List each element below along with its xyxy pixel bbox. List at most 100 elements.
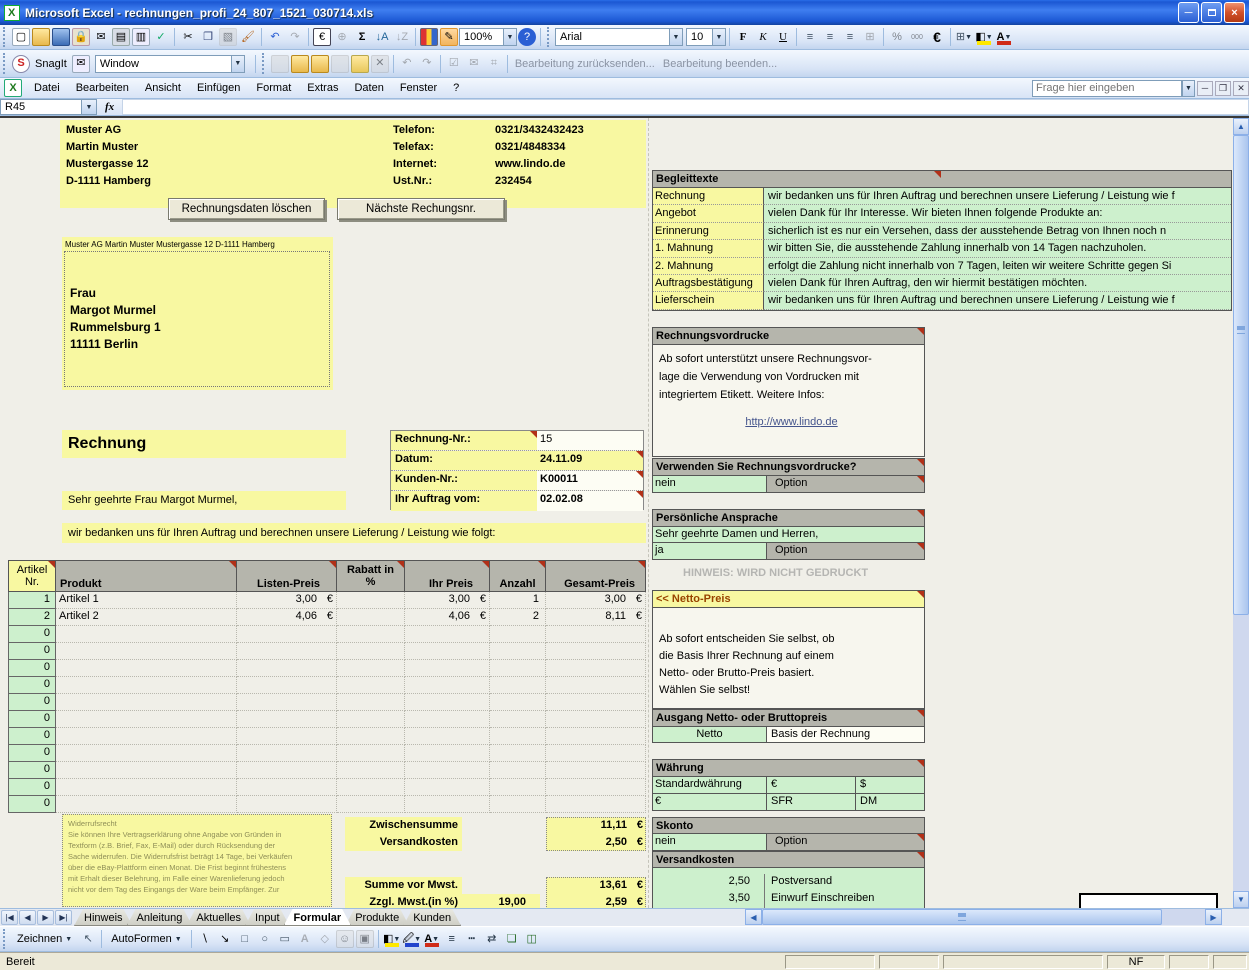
versand-amount[interactable]: 3,50 [653, 891, 764, 908]
autoformen-menu[interactable]: AutoFormen▼ [105, 931, 187, 947]
rectangle-tool-icon[interactable]: □ [236, 930, 254, 948]
begleittext-text[interactable]: wir bedanken uns für Ihren Auftrag und b… [764, 188, 1231, 205]
cell-rabatt[interactable] [337, 745, 405, 762]
textbox-tool-icon[interactable]: ▭ [276, 930, 294, 948]
contact-value[interactable]: www.lindo.de [495, 158, 584, 175]
skonto-option-cell[interactable]: Option [767, 834, 924, 850]
ansprache-flag-cell[interactable]: ja [653, 543, 767, 559]
currency-cell[interactable]: Standardwährung [653, 777, 767, 793]
cell-listen-preis[interactable] [237, 779, 337, 796]
cell-rabatt[interactable] [337, 762, 405, 779]
permission-icon[interactable]: 🔒 [72, 28, 90, 46]
print-icon[interactable]: ▤ [112, 28, 130, 46]
cell-gesamt-preis[interactable]: 3,00€ [546, 592, 646, 609]
scroll-left-icon[interactable]: ◀ [745, 909, 762, 925]
zeichnen-menu[interactable]: Zeichnen▼ [11, 931, 78, 947]
table-row[interactable]: 2 Artikel 2 4,06€ 4,06€ 2 8,11€ [8, 609, 646, 626]
thousands-style-icon[interactable]: 000 [908, 28, 926, 46]
cell-rabatt[interactable] [337, 626, 405, 643]
bold-button[interactable]: F [734, 28, 752, 46]
begleittext-text[interactable]: wir bedanken uns für Ihren Auftrag und b… [764, 292, 1231, 309]
cell-produkt[interactable]: Artikel 1 [56, 592, 237, 609]
workbook-restore-button[interactable]: ❒ [1215, 81, 1231, 96]
sort-desc-icon[interactable]: ↓Z [393, 28, 411, 46]
currency-cell[interactable]: DM [856, 794, 924, 810]
cell-nr[interactable]: 0 [8, 728, 56, 745]
minimize-button[interactable]: ─ [1178, 2, 1199, 23]
table-row[interactable]: 0 [8, 660, 646, 677]
sheet-tab[interactable]: Input [245, 909, 289, 926]
currency-cell[interactable]: € [653, 794, 767, 810]
autosum-icon[interactable]: Σ [353, 28, 371, 46]
horizontal-scrollbar[interactable]: ◀ ▶ [745, 909, 1222, 925]
begleittext-text[interactable]: wir bitten Sie, die ausstehende Zahlung … [764, 240, 1231, 257]
cell-ihr-preis[interactable] [405, 711, 490, 728]
invoice-number-cell[interactable]: 15 [537, 431, 643, 450]
shape-line-color-icon[interactable]: 🖉▼ [403, 930, 421, 948]
menu-item[interactable]: Einfügen [189, 80, 248, 96]
invoice-date-cell[interactable]: 24.11.09 [537, 451, 643, 470]
italic-button[interactable]: K [754, 28, 772, 46]
comment-icon[interactable] [351, 55, 369, 73]
oval-tool-icon[interactable]: ○ [256, 930, 274, 948]
cell-nr[interactable]: 0 [8, 660, 56, 677]
font-name-select[interactable]: Arial▼ [555, 28, 683, 46]
versand-label[interactable]: Einwurf Einschreiben [764, 891, 924, 908]
ansprache-option-cell[interactable]: Option [767, 543, 924, 559]
cell-nr[interactable]: 0 [8, 643, 56, 660]
sheet-tab[interactable]: Anleitung [127, 909, 193, 926]
merge-center-icon[interactable]: ⊞ [861, 28, 879, 46]
begleittext-text[interactable]: vielen Dank für Ihren Auftrag, den wir h… [764, 275, 1231, 292]
order-date-cell[interactable]: 02.02.08 [537, 491, 643, 511]
sheet-tab[interactable]: Formular [284, 909, 352, 926]
table-row[interactable]: 0 [8, 779, 646, 796]
contact-value[interactable]: 0321/4848334 [495, 141, 584, 158]
toolbar-grip[interactable] [3, 53, 8, 75]
menu-item[interactable]: Extras [299, 80, 346, 96]
cell-produkt[interactable] [56, 711, 237, 728]
begleittext-row[interactable]: Lieferschein wir bedanken uns für Ihren … [653, 292, 1231, 309]
menu-item[interactable]: Fenster [392, 80, 445, 96]
toolbar-grip[interactable] [262, 53, 267, 75]
cell-gesamt-preis[interactable] [546, 762, 646, 779]
cell-anzahl[interactable] [490, 796, 546, 813]
font-color-icon[interactable]: A▼ [995, 28, 1013, 46]
scroll-down-icon[interactable]: ▼ [1233, 891, 1249, 908]
question-input[interactable] [1032, 80, 1182, 97]
cell-listen-preis[interactable] [237, 796, 337, 813]
shape-font-color-icon[interactable]: A▼ [423, 930, 441, 948]
table-row[interactable]: 0 [8, 694, 646, 711]
clipart-icon[interactable]: ☺ [336, 930, 354, 948]
align-right-icon[interactable]: ≡ [841, 28, 859, 46]
cell-produkt[interactable] [56, 728, 237, 745]
cell-rabatt[interactable] [337, 660, 405, 677]
menu-item[interactable]: Datei [26, 80, 68, 96]
select-objects-icon[interactable]: ↖ [79, 930, 97, 948]
restore-button[interactable] [1201, 2, 1222, 23]
menu-item[interactable]: Daten [346, 80, 391, 96]
cell-nr[interactable]: 0 [8, 796, 56, 813]
snagit-window-select[interactable]: Window▼ [95, 55, 245, 73]
cell-nr[interactable]: 0 [8, 677, 56, 694]
drawing-toggle-icon[interactable]: ✎ [440, 28, 458, 46]
contact-value[interactable]: 232454 [495, 175, 584, 192]
table-row[interactable]: 0 [8, 677, 646, 694]
begleittext-row[interactable]: 1. Mahnung wir bitten Sie, die ausstehen… [653, 240, 1231, 257]
check-icon[interactable]: ☑ [445, 55, 463, 73]
cell-rabatt[interactable] [337, 728, 405, 745]
zoom-select[interactable]: 100%▼ [459, 28, 517, 46]
cell-gesamt-preis[interactable] [546, 779, 646, 796]
cell-ihr-preis[interactable] [405, 796, 490, 813]
sheet-tab[interactable]: Aktuelles [186, 909, 251, 926]
cell-listen-preis[interactable] [237, 677, 337, 694]
worksheet[interactable]: Muster AGMartin MusterMustergasse 12D-11… [0, 116, 1249, 908]
cell-anzahl[interactable] [490, 728, 546, 745]
selected-cell[interactable] [1079, 893, 1218, 908]
cell-anzahl[interactable] [490, 711, 546, 728]
cell-rabatt[interactable] [337, 677, 405, 694]
cell-anzahl[interactable] [490, 745, 546, 762]
verwenden-value-cell[interactable]: nein [653, 476, 767, 492]
cell-anzahl[interactable] [490, 694, 546, 711]
cell-ihr-preis[interactable] [405, 677, 490, 694]
begleittext-label[interactable]: Rechnung [653, 188, 764, 205]
